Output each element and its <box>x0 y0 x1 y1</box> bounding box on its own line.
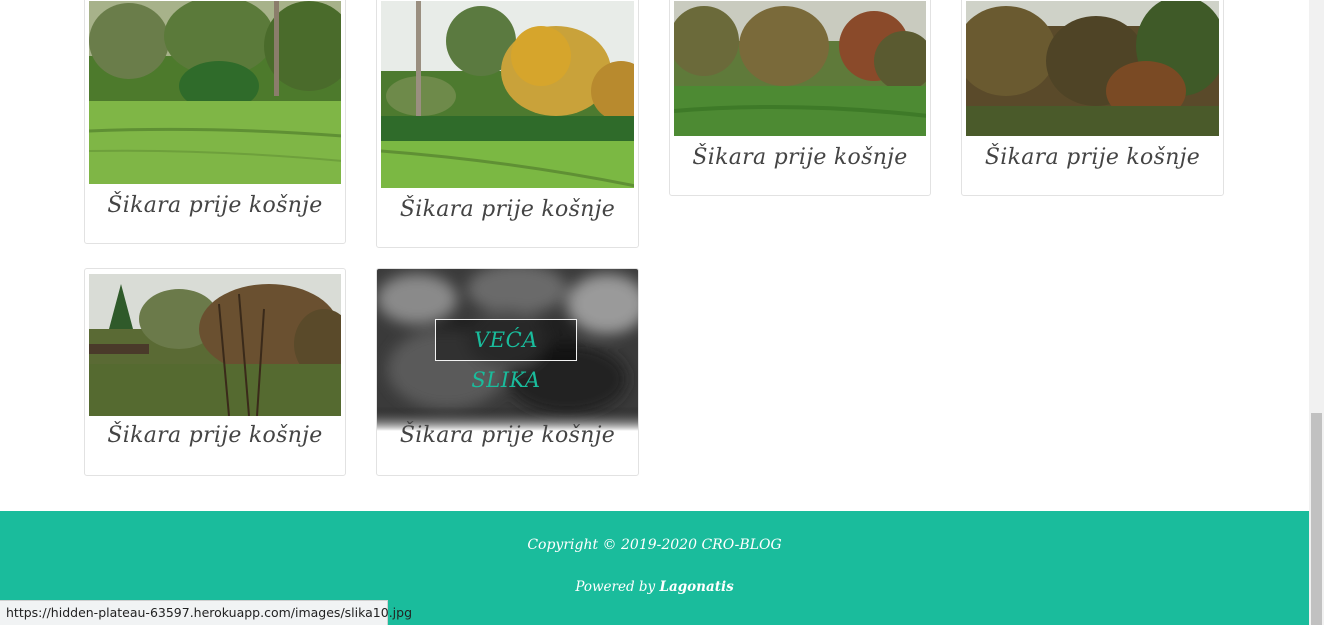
gallery-photo[interactable] <box>674 1 926 136</box>
browser-status-url: https://hidden-plateau-63597.herokuapp.c… <box>0 600 412 625</box>
card-caption: Šikara prije košnje <box>692 145 908 170</box>
scrollbar-thumb[interactable] <box>1311 413 1322 625</box>
gallery-photo[interactable] <box>89 274 341 416</box>
card-caption: Šikara prije košnje <box>399 423 616 448</box>
card-caption: Šikara prije košnje <box>984 145 1201 170</box>
card-caption: Šikara prije košnje <box>107 423 323 448</box>
gallery-photo[interactable] <box>381 1 634 188</box>
page: Šikara prije košnje Šikara prije košnje <box>0 0 1309 625</box>
gallery-photo[interactable] <box>89 1 341 184</box>
gallery-card[interactable]: Šikara prije košnje <box>669 0 931 196</box>
powered-prefix: Powered by <box>575 579 656 595</box>
card-caption: Šikara prije košnje <box>399 197 616 222</box>
gallery-card[interactable]: Šikara prije košnje <box>84 0 346 244</box>
gallery-card[interactable]: Šikara prije košnje <box>376 0 639 248</box>
card-caption: Šikara prije košnje <box>107 193 323 218</box>
larger-image-button[interactable]: VEĆA SLIKA <box>435 319 577 392</box>
gallery-card[interactable]: Šikara prije košnje <box>84 268 346 476</box>
gallery-photo[interactable] <box>966 1 1219 136</box>
powered-link[interactable]: Lagonatis <box>659 579 733 595</box>
footer-powered: Powered by Lagonatis <box>0 579 1309 595</box>
page-scrollbar[interactable] <box>1309 0 1324 625</box>
gallery-photo[interactable]: VEĆA SLIKA <box>377 269 638 431</box>
gallery-card[interactable]: Šikara prije košnje <box>961 0 1224 196</box>
gallery-card-hovered[interactable]: VEĆA SLIKA Šikara prije košnje <box>376 268 639 476</box>
footer-copyright: Copyright © 2019-2020 CRO-BLOG <box>527 537 782 553</box>
